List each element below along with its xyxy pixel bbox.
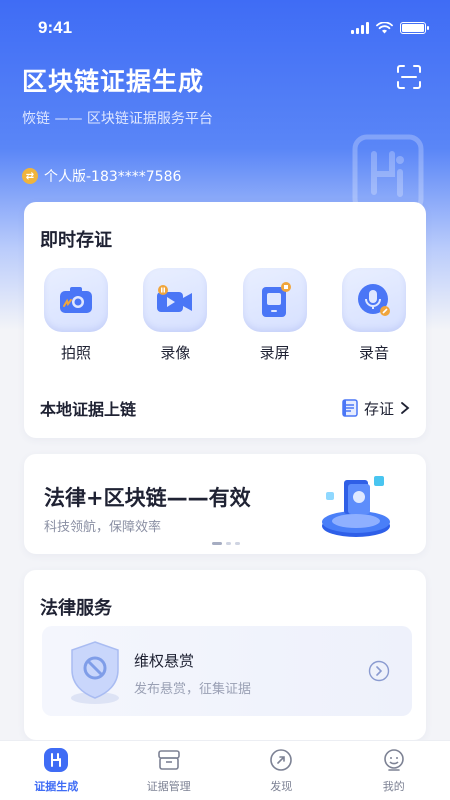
evidence-tools: 拍照 录像 录屏 录音 <box>44 268 406 363</box>
bottom-tab-bar: 证据生成 证据管理 发现 我的 <box>0 740 450 800</box>
status-time: 9:41 <box>38 18 73 37</box>
page-dot <box>235 542 240 545</box>
evidence-icon <box>43 747 69 773</box>
store-evidence-label: 存证 <box>363 399 394 418</box>
camera-icon <box>44 268 108 332</box>
compass-icon <box>268 747 294 773</box>
video-icon <box>143 268 208 332</box>
edition-label: 个人版-183****7586 <box>44 169 182 185</box>
account-edition[interactable]: ⇄ 个人版-183****7586 <box>22 166 181 186</box>
battery-icon <box>400 22 429 34</box>
scan-icon[interactable] <box>396 64 422 90</box>
tab-label: 发现 <box>270 780 293 793</box>
status-bar: 9:41 <box>0 0 450 56</box>
tool-label: 录像 <box>160 344 191 362</box>
banner-subtitle: 科技领航，保障效率 <box>44 520 162 535</box>
page-title: 区块链证据生成 <box>22 67 205 96</box>
tool-audio[interactable]: 录音 <box>341 268 406 363</box>
blockchain-illustration-icon <box>322 476 390 537</box>
tool-photo[interactable]: 拍照 <box>44 268 108 363</box>
page-dot <box>226 542 231 545</box>
service-item-reward[interactable]: 维权悬赏 发布悬赏，征集证据 <box>42 626 412 716</box>
promo-banner[interactable]: 法律+区块链——有效 科技领航，保障效率 <box>24 454 426 554</box>
legal-services-card: 法律服务 维权悬赏 发布悬赏，征集证据 <box>24 570 426 740</box>
shield-icon <box>71 641 119 704</box>
tab-label: 证据管理 <box>146 780 191 793</box>
status-icons <box>351 22 429 34</box>
service-name: 维权悬赏 <box>134 652 195 670</box>
banner-pagination <box>212 542 240 545</box>
instant-evidence-title: 即时存证 <box>40 230 112 251</box>
screen-record-icon <box>242 268 307 332</box>
tool-label: 录屏 <box>259 344 290 362</box>
legal-services-title: 法律服务 <box>40 598 112 619</box>
arrow-circle-right-icon[interactable] <box>368 660 390 682</box>
local-evidence-row[interactable]: 本地证据上链 存证 <box>40 396 410 420</box>
document-icon <box>342 399 358 417</box>
page-subtitle: 恢链 —— 区块链证据服务平台 <box>22 111 213 127</box>
local-evidence-title: 本地证据上链 <box>40 400 137 419</box>
store-evidence-button[interactable]: 存证 <box>342 398 410 419</box>
profile-icon <box>381 747 407 773</box>
service-description: 发布悬赏，征集证据 <box>134 682 252 697</box>
tool-label: 录音 <box>358 344 389 362</box>
chevron-right-icon <box>401 402 410 414</box>
wifi-icon <box>376 22 393 34</box>
tab-evidence-manage[interactable]: 证据管理 <box>113 741 226 800</box>
archive-icon <box>156 747 182 773</box>
tool-video[interactable]: 录像 <box>143 268 208 363</box>
microphone-icon <box>341 268 406 332</box>
switch-icon: ⇄ <box>22 168 38 184</box>
tab-label: 我的 <box>382 780 405 793</box>
tab-label: 证据生成 <box>34 780 79 793</box>
instant-evidence-card: 即时存证 拍照 录像 录屏 录音 本地证据上链 存证 <box>24 202 426 438</box>
page-dot <box>212 542 222 545</box>
tool-screen-record[interactable]: 录屏 <box>242 268 307 363</box>
tab-discover[interactable]: 发现 <box>225 741 338 800</box>
tab-profile[interactable]: 我的 <box>338 741 450 800</box>
tool-label: 拍照 <box>60 344 91 362</box>
tab-evidence-generate[interactable]: 证据生成 <box>0 741 113 800</box>
banner-title: 法律+区块链——有效 <box>44 486 251 510</box>
cellular-signal-icon <box>351 22 369 34</box>
